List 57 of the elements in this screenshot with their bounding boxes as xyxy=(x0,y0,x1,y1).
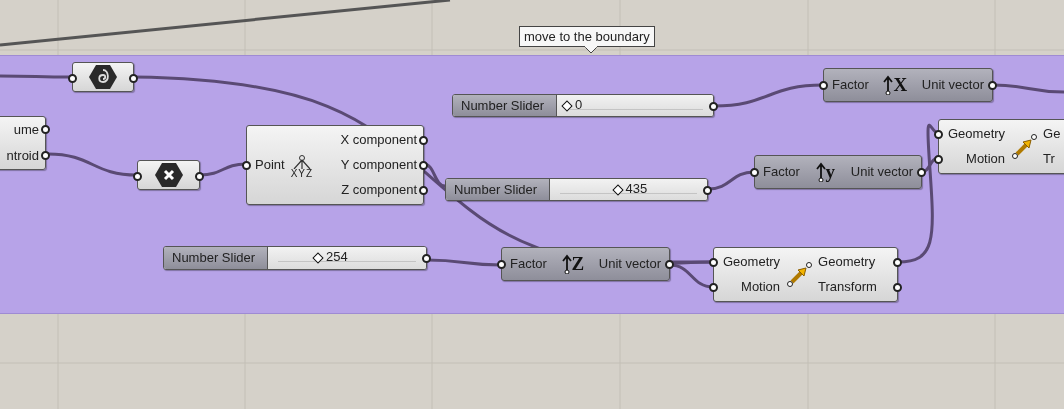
input-port[interactable] xyxy=(934,154,943,164)
move-arrow-icon xyxy=(786,261,813,288)
port-label: Factor xyxy=(763,164,800,180)
slider-label: Number Slider xyxy=(172,250,256,266)
port-label: Point xyxy=(255,157,285,173)
input-port[interactable] xyxy=(133,171,142,181)
slider-value: 0 xyxy=(575,96,583,113)
port-label: Unit vector xyxy=(921,77,984,93)
output-port[interactable] xyxy=(893,257,902,267)
port-label: Motion xyxy=(741,279,781,295)
input-port[interactable] xyxy=(709,282,718,292)
slider-label: Number Slider xyxy=(454,181,538,198)
slider-value: 254 xyxy=(326,249,348,265)
slider-handle[interactable] xyxy=(312,252,324,264)
output-port[interactable] xyxy=(129,73,138,83)
output-port[interactable] xyxy=(988,80,997,90)
slider-label: Number Slider xyxy=(461,97,545,114)
port-label: ume xyxy=(13,122,39,138)
port-label: Geometry xyxy=(948,126,1006,142)
input-port[interactable] xyxy=(750,167,759,177)
port-label: Transform xyxy=(818,279,877,295)
port-label: ntroid xyxy=(6,148,39,164)
port-label: Factor xyxy=(510,256,547,272)
output-port[interactable] xyxy=(422,254,431,263)
close-icon xyxy=(153,162,184,188)
input-port[interactable] xyxy=(242,160,251,170)
port-label: Motion xyxy=(966,151,1006,167)
output-port[interactable] xyxy=(419,135,428,145)
input-port[interactable] xyxy=(68,73,77,83)
input-port[interactable] xyxy=(819,80,828,90)
output-port[interactable] xyxy=(665,259,674,269)
output-port[interactable] xyxy=(41,124,50,134)
port-label: Unit vector xyxy=(598,256,661,272)
output-port[interactable] xyxy=(41,150,50,160)
slider-value: 435 xyxy=(625,180,648,197)
spiral-icon xyxy=(88,64,118,90)
output-port[interactable] xyxy=(709,102,718,111)
port-label: Ge xyxy=(1043,126,1061,142)
port-label: Geometry xyxy=(723,254,781,270)
output-port[interactable] xyxy=(195,171,204,181)
output-port[interactable] xyxy=(419,185,428,195)
input-port[interactable] xyxy=(497,259,506,269)
output-port[interactable] xyxy=(893,282,902,292)
move-arrow-icon xyxy=(1011,133,1038,160)
port-label: Y component xyxy=(340,157,417,173)
output-port[interactable] xyxy=(703,186,712,195)
port-label: Z component xyxy=(341,182,417,198)
output-port[interactable] xyxy=(917,167,926,177)
output-port[interactable] xyxy=(419,160,428,170)
input-port[interactable] xyxy=(934,129,943,139)
port-label: Factor xyxy=(832,77,869,93)
port-label: Geometry xyxy=(818,254,876,270)
input-port[interactable] xyxy=(709,257,718,267)
port-label: Unit vector xyxy=(850,164,913,180)
port-label: X component xyxy=(340,132,417,148)
label-pointer xyxy=(584,46,598,54)
port-label: Tr xyxy=(1043,151,1055,167)
